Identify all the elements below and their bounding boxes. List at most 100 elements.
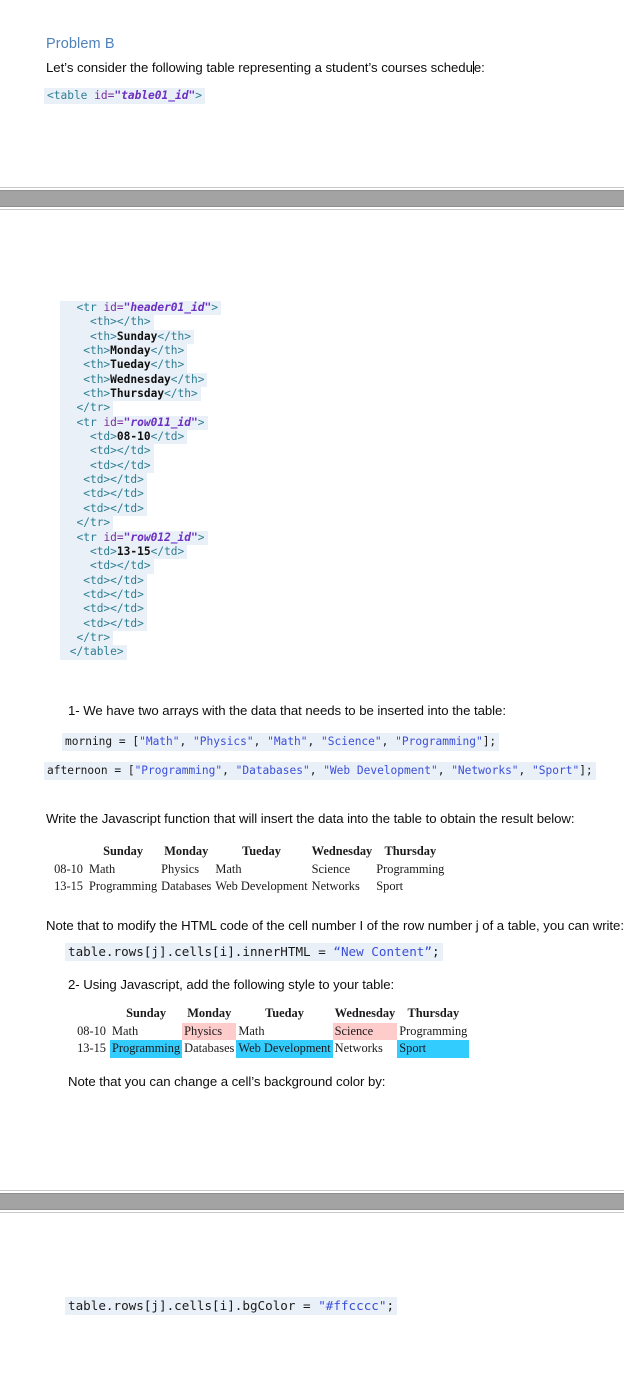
code-token-tag: <td></td> — [89, 444, 151, 458]
table-cell: Databases — [161, 879, 212, 893]
code-line-wrapper: <td></td> — [60, 473, 221, 488]
table-row: 13-15 Programming Databases Web Development… — [70, 1040, 470, 1058]
code-line: <td></td> — [60, 573, 147, 588]
code-line-wrapper: <td></td> — [60, 487, 221, 502]
code-token-tag: </th> — [157, 329, 192, 343]
code-line: <th>Wednesday</th> — [60, 372, 208, 388]
code-token-txt: Sunday — [116, 329, 158, 343]
code-token-tag: > — [197, 530, 205, 544]
code-token-tag: <td></td> — [89, 458, 151, 472]
table-cell: Programming — [376, 861, 445, 876]
code-line-wrapper: <td></td> — [60, 573, 221, 588]
separator-bar — [0, 1193, 624, 1210]
table-header-row: Sunday Monday Tueday Wednesday Thursday — [47, 843, 446, 861]
code-token-val: "header01_id" — [123, 301, 212, 314]
innerhtml-suffix: ; — [431, 944, 440, 959]
code-token-tag: <td></td> — [89, 559, 151, 573]
note-modify-html: Note that to modify the HTML code of the… — [46, 918, 624, 933]
table-header-cell: Wednesday — [311, 844, 373, 858]
table-cell-highlighted: Sport — [397, 1040, 470, 1058]
table-cell: Programming — [89, 879, 158, 893]
code-line-wrapper: </tr> — [60, 516, 221, 531]
code-token-tag: <td> — [89, 430, 117, 444]
table-row-label: 08-10 — [77, 1023, 106, 1038]
innerhtml-string: “New Content” — [333, 944, 432, 959]
page-break-separator-2 — [0, 1190, 624, 1213]
code-token-tag: </table> — [69, 645, 124, 659]
code-token-txt: Thursday — [110, 387, 165, 401]
code-line: <th>Sunday</th> — [60, 329, 195, 345]
code-token-tag: <th> — [83, 344, 111, 358]
list-item-2: 2- Using Javascript, add the following s… — [68, 977, 395, 992]
code-attr-value: "table01_id" — [114, 89, 196, 102]
code-token-txt: Wednesday — [110, 372, 171, 386]
table-row-label: 13-15 — [54, 879, 83, 893]
table-header-cell: Thursday — [407, 1006, 460, 1020]
table-header-cell: Thursday — [384, 844, 437, 858]
code-token-tag: <td></td> — [83, 616, 144, 630]
code-line: </tr> — [60, 401, 114, 416]
table-header-row: Sunday Monday Tueday Wednesday Thursday — [70, 1005, 469, 1023]
array-string-literal: "Web Development" — [323, 764, 438, 777]
code-bgcolor: table.rows[j].cells[i].bgColor = "#ffccc… — [65, 1297, 398, 1316]
table-header-cell: Wednesday — [334, 1006, 396, 1020]
code-line-wrapper: <td></td> — [60, 501, 221, 517]
code-token-tag: <td></td> — [83, 573, 144, 587]
table-cell: Science — [311, 861, 351, 876]
innerhtml-prefix: table.rows[j].cells[i].innerHTML = — [68, 944, 334, 959]
array-separator: , — [179, 735, 193, 748]
code-token-tag: </td> — [150, 544, 185, 558]
code-token-txt: Monday — [110, 344, 151, 358]
table-cell: Sport — [376, 879, 404, 893]
code-line: <td></td> — [60, 602, 147, 617]
table-corner-cell — [47, 843, 87, 861]
code-line: </tr> — [60, 630, 114, 646]
array-afternoon-end: ]; — [579, 764, 593, 777]
table-row: 08-10 Math Physics Math Science Programming — [70, 1022, 469, 1040]
code-token-tag: <td></td> — [83, 487, 144, 501]
note-bgcolor: Note that you can change a cell’s backgr… — [68, 1074, 386, 1089]
array-string-literal: "Sport" — [532, 764, 580, 777]
code-open-table: <table id="table01_id"> — [44, 88, 205, 105]
code-array-morning: morning = ["Math", "Physics", "Math", "S… — [62, 733, 500, 752]
code-line-wrapper: <th>Thursday</th> — [60, 387, 221, 402]
html-code-block: <tr id="header01_id"> <th></th> <th>Sund… — [60, 301, 221, 660]
table-header-cell: Tueday — [242, 844, 281, 858]
array-afternoon-name: afternoon = [ — [47, 764, 135, 777]
table-cell: Web Development — [215, 879, 308, 893]
code-line-wrapper: <th>Sunday</th> — [60, 329, 221, 345]
code-line: <td></td> — [60, 501, 147, 517]
code-line-wrapper: </table> — [60, 645, 221, 660]
code-line-wrapper: <td>08-10</td> — [60, 430, 221, 445]
code-line-wrapper: <td></td> — [60, 458, 221, 474]
table-cell-highlighted: Web Development — [236, 1040, 333, 1058]
array-string-literal: "Math" — [139, 735, 180, 748]
table-cell: Physics — [161, 861, 200, 876]
code-token-tag: </th> — [150, 358, 185, 372]
array-string-literal: "Science" — [321, 735, 382, 748]
array-separator: , — [518, 764, 533, 777]
table-cell-highlighted: Programming — [110, 1040, 183, 1058]
table-cell: Math — [89, 861, 116, 876]
table-cell-highlighted: Science — [332, 1022, 398, 1040]
code-innerhtml: table.rows[j].cells[i].innerHTML = “New … — [65, 943, 443, 962]
code-line-wrapper: <tr id="row011_id"> — [60, 415, 221, 431]
list-item-1: 1- We have two arrays with the data that… — [68, 703, 506, 718]
code-line-wrapper: <td>13-15</td> — [60, 544, 221, 560]
code-token-val: "row011_id" — [123, 415, 198, 429]
array-afternoon-items: "Programming", "Databases", "Web Develop… — [135, 764, 580, 777]
table-cell: Databases — [184, 1041, 235, 1055]
result-table-plain: Sunday Monday Tueday Wednesday Thursday 08-10… — [47, 843, 446, 896]
